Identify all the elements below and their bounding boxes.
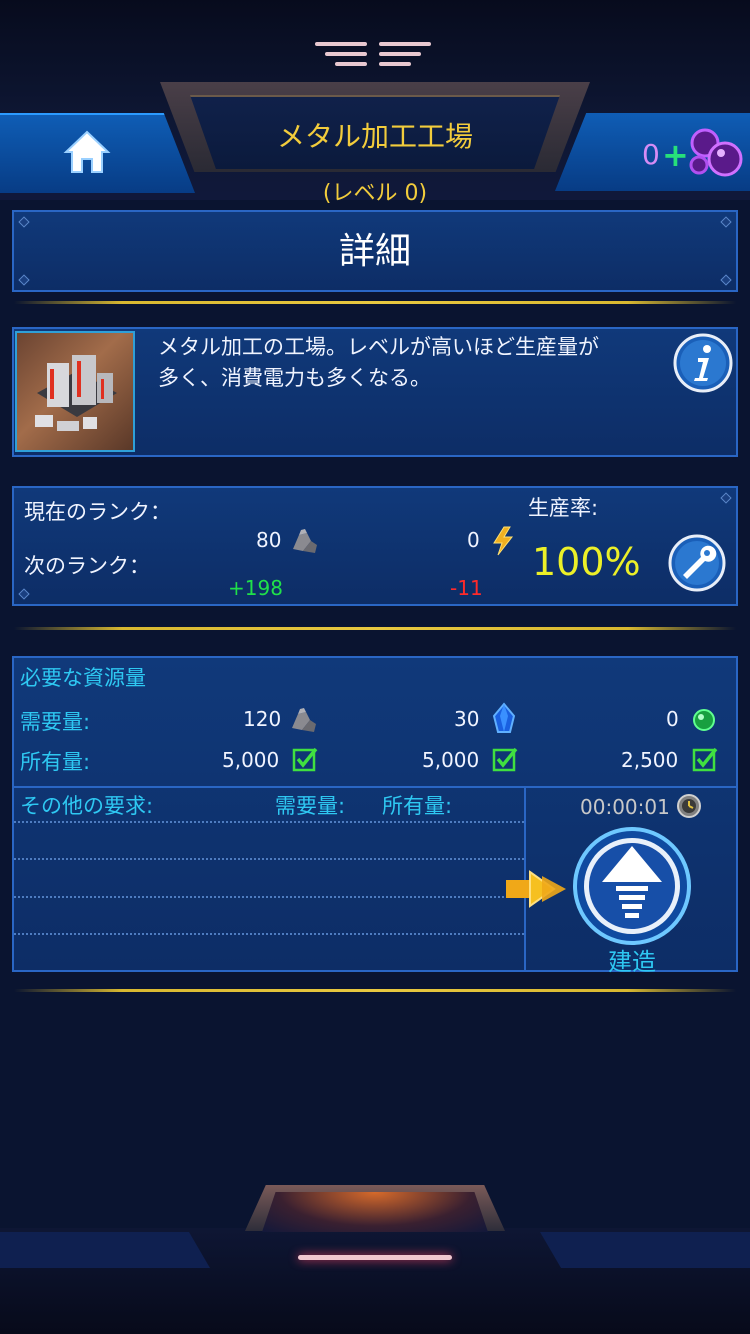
other-owned-label: 所有量:: [382, 794, 453, 818]
owned-label: 所有量:: [20, 750, 91, 774]
production-label: 生産率:: [528, 496, 599, 520]
list-row-divider: [14, 858, 524, 860]
factory-thumbnail: [15, 331, 135, 452]
current-rank-label: 現在のランク：: [24, 500, 171, 524]
clock-icon: [677, 794, 701, 818]
metal-delta: +198: [228, 576, 283, 600]
gold-divider: [14, 301, 736, 304]
next-rank-label: 次のランク：: [24, 554, 150, 578]
arrow-right-icon: [506, 870, 566, 908]
required-label: 需要量:: [20, 710, 91, 734]
requirements-divider: [12, 786, 738, 788]
check-icon: [292, 747, 318, 772]
crystal-owned: 5,000: [422, 748, 480, 772]
other-requirements-label: その他の要求:: [20, 794, 154, 818]
requirements-heading: 必要な資源量: [20, 666, 146, 690]
gem-count: 0: [642, 138, 660, 171]
power-value: 0: [467, 528, 480, 552]
metal-owned: 5,000: [222, 748, 280, 772]
purple-gem-icon: [689, 128, 743, 177]
metal-value: 80: [256, 528, 282, 552]
power-delta: -11: [450, 576, 483, 600]
bottom-glow: [262, 1192, 488, 1232]
build-label[interactable]: 建造: [572, 942, 692, 977]
description-line-2: 多く、消費電力も多くなる。: [158, 366, 431, 390]
build-button[interactable]: [572, 826, 692, 946]
details-heading: 詳細: [338, 231, 411, 272]
gold-divider: [14, 627, 736, 630]
check-icon: [492, 747, 518, 772]
list-row-divider: [14, 896, 524, 898]
info-icon[interactable]: [672, 332, 734, 394]
home-icon[interactable]: [62, 128, 112, 176]
bottom-wing-right: [540, 1232, 750, 1268]
crystal-required: 30: [454, 707, 480, 731]
ore-icon: [293, 529, 317, 553]
description-text: メタル加工の工場。レベルが高いほど生産量が 多く、消費電力も多くなる。: [158, 332, 663, 394]
level-label: (レベル 0): [322, 181, 428, 206]
check-icon: [692, 747, 718, 772]
green-gem-owned: 2,500: [621, 748, 679, 772]
top-stripes-decoration: [315, 40, 435, 70]
other-required-label: 需要量:: [275, 794, 346, 818]
green-gem-icon: [693, 709, 715, 731]
production-value: 100%: [532, 540, 641, 584]
build-timer: 00:00:01: [580, 795, 670, 819]
lightning-icon: [493, 526, 514, 556]
crystal-icon: [492, 702, 516, 733]
green-gem-required: 0: [666, 707, 679, 731]
list-row-divider: [14, 933, 524, 935]
metal-required: 120: [243, 707, 282, 731]
bottom-indicator: [298, 1255, 452, 1260]
gold-divider: [14, 989, 736, 992]
page-title: メタル加工工場: [276, 120, 473, 153]
list-row-divider: [14, 821, 524, 823]
factory-image: [35, 355, 117, 431]
ore-icon: [292, 708, 316, 732]
description-line-1: メタル加工の工場。レベルが高いほど生産量が: [158, 335, 599, 359]
bottom-wing-left: [0, 1232, 210, 1268]
wrench-icon[interactable]: [667, 533, 727, 593]
